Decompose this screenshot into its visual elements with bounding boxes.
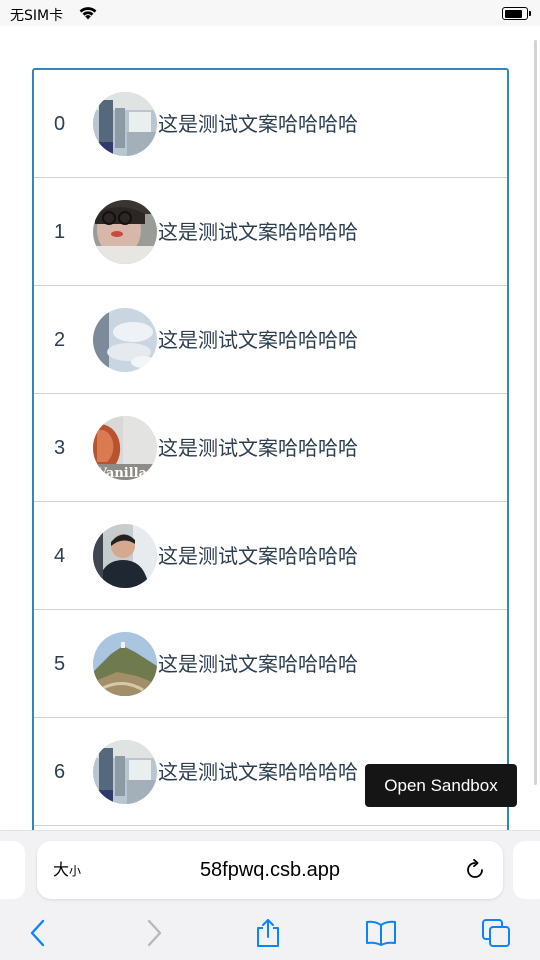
item-index: 4 xyxy=(54,545,66,567)
status-bar: 无SIM卡 xyxy=(0,0,540,26)
previous-tab-card[interactable] xyxy=(0,841,25,899)
wifi-icon xyxy=(79,7,97,20)
browser-bottom-bar: 大小 58fpwq.csb.app xyxy=(0,830,540,960)
bookmarks-icon[interactable] xyxy=(365,917,397,949)
tabs-icon[interactable] xyxy=(480,917,512,949)
list-item[interactable]: 0 这是测试文案哈哈哈哈 xyxy=(34,70,507,178)
item-index: 1 xyxy=(54,221,66,243)
list-item[interactable]: 1 这是测试文案哈哈哈哈 xyxy=(34,178,507,286)
item-index: 0 xyxy=(54,113,66,135)
list-item[interactable]: 3 Vanilla 这是测试文案哈哈哈哈 xyxy=(34,394,507,502)
item-text: 这是测试文案哈哈哈哈 xyxy=(158,328,358,352)
scrollbar[interactable] xyxy=(534,40,537,785)
list-container: 0 这是测试文案哈哈哈哈 1 这是测试文案哈哈哈哈 2 这是测试文案哈哈哈哈 3… xyxy=(32,68,509,868)
reload-icon[interactable] xyxy=(463,858,487,882)
list-item[interactable]: 2 这是测试文案哈哈哈哈 xyxy=(34,286,507,394)
avatar xyxy=(93,632,157,696)
item-text: 这是测试文案哈哈哈哈 xyxy=(158,436,358,460)
list-item[interactable]: 4 这是测试文案哈哈哈哈 xyxy=(34,502,507,610)
browser-toolbar xyxy=(0,911,540,955)
item-text: 这是测试文案哈哈哈哈 xyxy=(158,544,358,568)
share-icon[interactable] xyxy=(252,917,284,949)
item-index: 6 xyxy=(54,761,66,783)
carrier-label: 无SIM卡 xyxy=(10,8,64,24)
item-text: 这是测试文案哈哈哈哈 xyxy=(158,760,358,784)
item-text: 这是测试文案哈哈哈哈 xyxy=(158,112,358,136)
avatar: Vanilla xyxy=(93,416,157,480)
open-sandbox-button[interactable]: Open Sandbox xyxy=(365,764,517,807)
battery-level xyxy=(504,9,522,18)
item-index: 5 xyxy=(54,653,66,675)
forward-icon[interactable] xyxy=(138,917,170,949)
next-tab-card[interactable] xyxy=(513,841,540,899)
item-text: 这是测试文案哈哈哈哈 xyxy=(158,220,358,244)
back-icon[interactable] xyxy=(22,917,54,949)
address-bar[interactable]: 大小 58fpwq.csb.app xyxy=(37,841,503,899)
battery-icon xyxy=(502,7,531,20)
item-index: 3 xyxy=(54,437,66,459)
url-text: 58fpwq.csb.app xyxy=(199,859,341,881)
avatar xyxy=(93,308,157,372)
list-item[interactable]: 5 这是测试文案哈哈哈哈 xyxy=(34,610,507,718)
item-text: 这是测试文案哈哈哈哈 xyxy=(158,652,358,676)
item-index: 2 xyxy=(54,329,66,351)
avatar xyxy=(93,92,157,156)
avatar-caption: Vanilla xyxy=(96,466,148,480)
avatar xyxy=(93,524,157,588)
avatar xyxy=(93,740,157,804)
avatar xyxy=(93,200,157,264)
